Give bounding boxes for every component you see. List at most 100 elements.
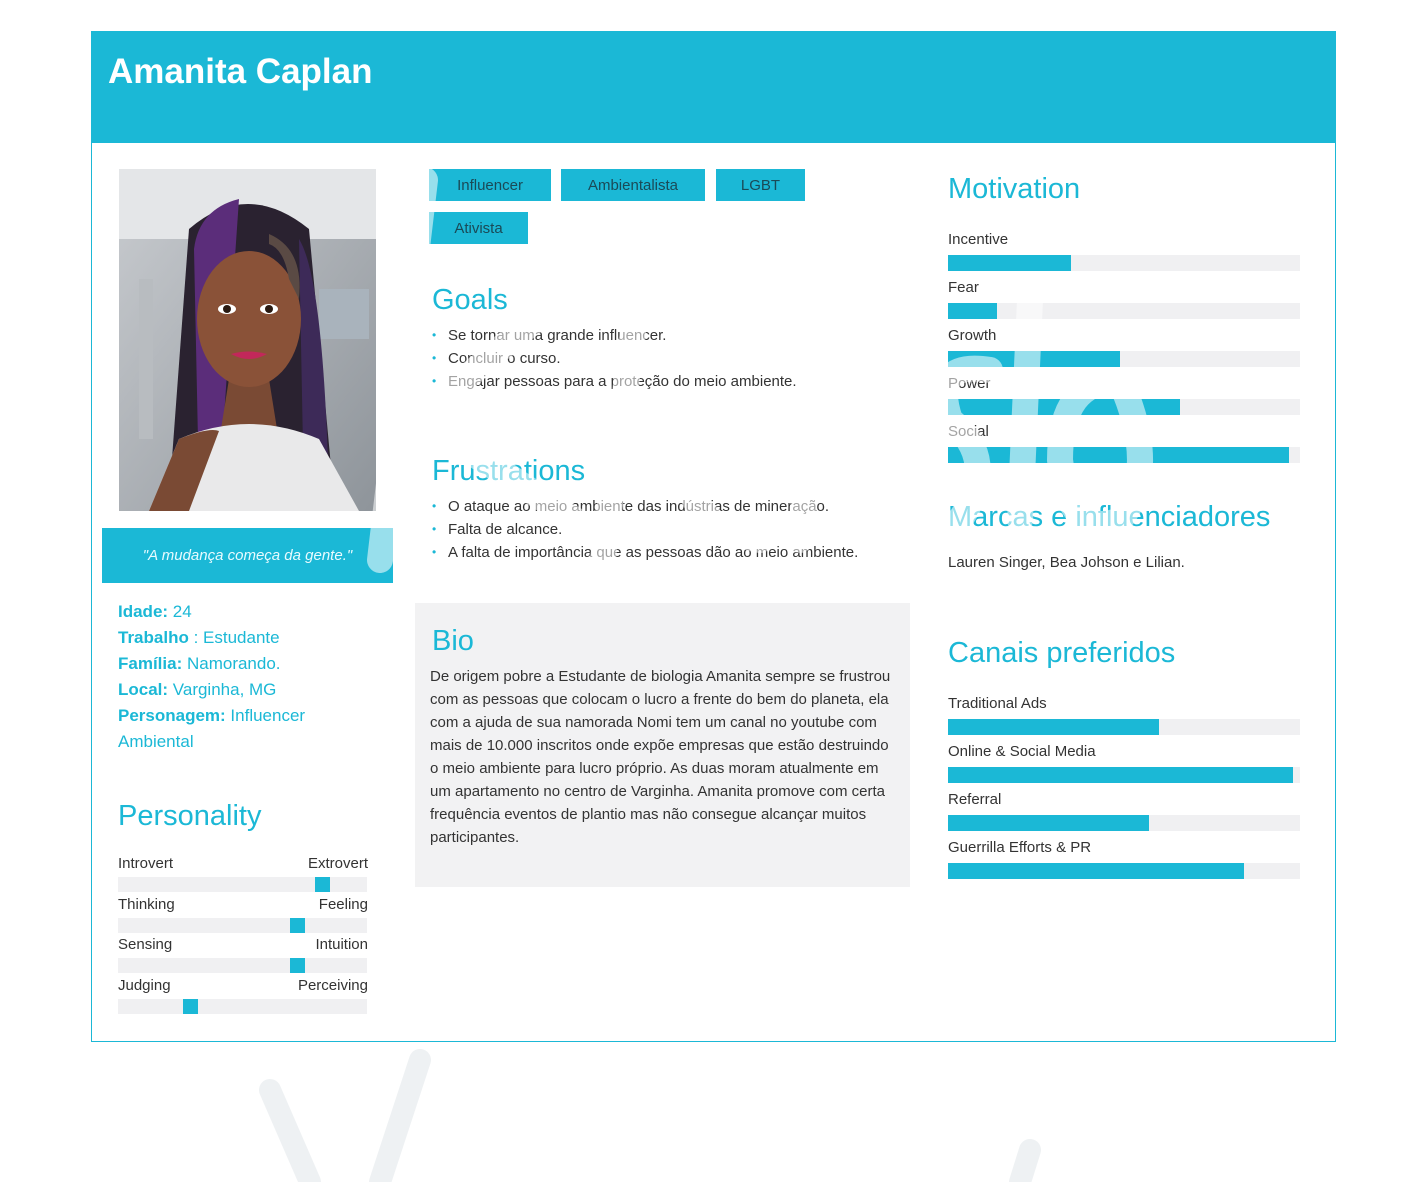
persona-name: Amanita Caplan	[108, 52, 373, 91]
bar-track	[948, 303, 1300, 319]
trait-track	[118, 918, 367, 933]
list-item: Concluir o curso.	[432, 347, 902, 370]
demo-location: Local: Varginha, MG	[118, 677, 348, 703]
goals-title: Goals	[432, 284, 508, 316]
trait-left-label: Judging	[118, 977, 171, 994]
demo-label: Local:	[118, 680, 169, 699]
bar-label: Social	[948, 423, 989, 440]
bio-text: De origem pobre a Estudante de biologia …	[430, 668, 891, 846]
demo-value: : Estudante	[188, 628, 280, 647]
bar-label: Incentive	[948, 231, 1009, 248]
list-item: O ataque ao meio ambiente das indústrias…	[432, 495, 902, 518]
bar-label: Guerrilla Efforts & PR	[948, 839, 1092, 856]
channels-title: Canais preferidos	[948, 637, 1176, 669]
channel-row: Referral	[948, 791, 1300, 831]
trait-track	[118, 877, 367, 892]
persona-card: Amanita Caplan "A mudança começa da gent…	[91, 31, 1336, 1042]
demo-age: Idade: 24	[118, 599, 348, 625]
bio-box: Bio De origem pobre a Estudante de biolo…	[415, 603, 910, 887]
brands-text: Lauren Singer, Bea Johson e Lilian.	[948, 554, 1185, 571]
bar-label: Online & Social Media	[948, 743, 1096, 760]
bar-track	[948, 767, 1300, 783]
goals-list: Se tornar uma grande influencer. Conclui…	[432, 324, 902, 393]
persona-photo	[119, 169, 376, 511]
bar-fill	[948, 399, 1181, 415]
trait-row: Sensing Intuition	[118, 936, 368, 976]
bar-track	[948, 815, 1300, 831]
persona-quote: "A mudança começa da gente."	[142, 547, 353, 564]
header-bar: Amanita Caplan	[92, 32, 1335, 143]
bar-fill	[948, 351, 1121, 367]
demo-label: Trabalho	[118, 628, 189, 647]
tag-ambientalista: Ambientalista	[561, 169, 705, 201]
trait-left-label: Thinking	[118, 896, 175, 913]
list-item: Se tornar uma grande influencer.	[432, 324, 902, 347]
demo-label: Idade:	[118, 602, 169, 621]
tag-lgbt: LGBT	[716, 169, 805, 201]
bar-label: Referral	[948, 791, 1002, 808]
bar-track	[948, 447, 1300, 463]
bar-fill	[948, 767, 1293, 783]
bar-fill	[948, 303, 998, 319]
trait-right-label: Intuition	[315, 936, 368, 953]
demo-value: Varginha, MG	[168, 680, 277, 699]
bar-track	[948, 719, 1300, 735]
motivation-row: Social	[948, 423, 1300, 463]
trait-left-label: Introvert	[118, 855, 174, 872]
demo-character: Personagem: Influencer Ambiental	[118, 703, 348, 755]
trait-row: Introvert Extrovert	[118, 855, 368, 895]
demo-label: Família:	[118, 654, 183, 673]
trait-row: Judging Perceiving	[118, 977, 368, 1017]
trait-marker	[290, 958, 305, 973]
bar-label: Power	[948, 375, 991, 392]
bar-label: Growth	[948, 327, 997, 344]
channel-row: Online & Social Media	[948, 743, 1300, 783]
demo-job: Trabalho : Estudante	[118, 625, 348, 651]
bar-track	[948, 399, 1300, 415]
motivation-row: Incentive	[948, 231, 1300, 271]
list-item: A falta de importância que as pessoas dã…	[432, 541, 902, 564]
motivation-row: Power	[948, 375, 1300, 415]
demo-value: 24	[168, 602, 192, 621]
bar-fill	[948, 447, 1290, 463]
trait-marker	[315, 877, 330, 892]
trait-right-label: Perceiving	[297, 977, 368, 994]
bar-fill	[948, 863, 1244, 879]
quote-box: "A mudança começa da gente."	[102, 528, 393, 583]
trait-track	[118, 999, 367, 1014]
demo-value: Namorando.	[182, 654, 281, 673]
motivation-row: Fear	[948, 279, 1300, 319]
tag-influencer: Influencer	[429, 169, 551, 201]
bar-track	[948, 863, 1300, 879]
trait-right-label: Feeling	[318, 896, 368, 913]
trait-row: Thinking Feeling	[118, 896, 368, 936]
bar-fill	[948, 815, 1149, 831]
trait-track	[118, 958, 367, 973]
frustrations-title: Frustrations	[432, 455, 586, 487]
bio-title: Bio	[432, 625, 474, 657]
demo-label: Personagem:	[118, 706, 226, 725]
trait-marker	[183, 999, 198, 1014]
bar-track	[948, 351, 1300, 367]
trait-marker	[290, 918, 305, 933]
channel-row: Guerrilla Efforts & PR	[948, 839, 1300, 879]
bar-fill	[948, 719, 1160, 735]
demographics: Idade: 24 Trabalho : Estudante Família: …	[118, 599, 348, 755]
motivation-row: Growth	[948, 327, 1300, 367]
motivation-title: Motivation	[948, 173, 1081, 205]
portrait-image	[119, 169, 376, 511]
list-item: Engajar pessoas para a proteção do meio …	[432, 370, 902, 393]
list-item: Falta de alcance.	[432, 518, 902, 541]
brands-title: Marcas e influenciadores	[948, 501, 1271, 533]
trait-right-label: Extrovert	[307, 855, 368, 872]
tag-ativista: Ativista	[429, 212, 528, 244]
trait-left-label: Sensing	[118, 936, 173, 953]
bar-label: Traditional Ads	[948, 695, 1047, 712]
demo-family: Família: Namorando.	[118, 651, 348, 677]
frustrations-list: O ataque ao meio ambiente das indústrias…	[432, 495, 902, 564]
bar-track	[948, 255, 1300, 271]
bar-fill	[948, 255, 1072, 271]
channel-row: Traditional Ads	[948, 695, 1300, 735]
personality-title: Personality	[118, 800, 262, 832]
bar-label: Fear	[948, 279, 979, 296]
